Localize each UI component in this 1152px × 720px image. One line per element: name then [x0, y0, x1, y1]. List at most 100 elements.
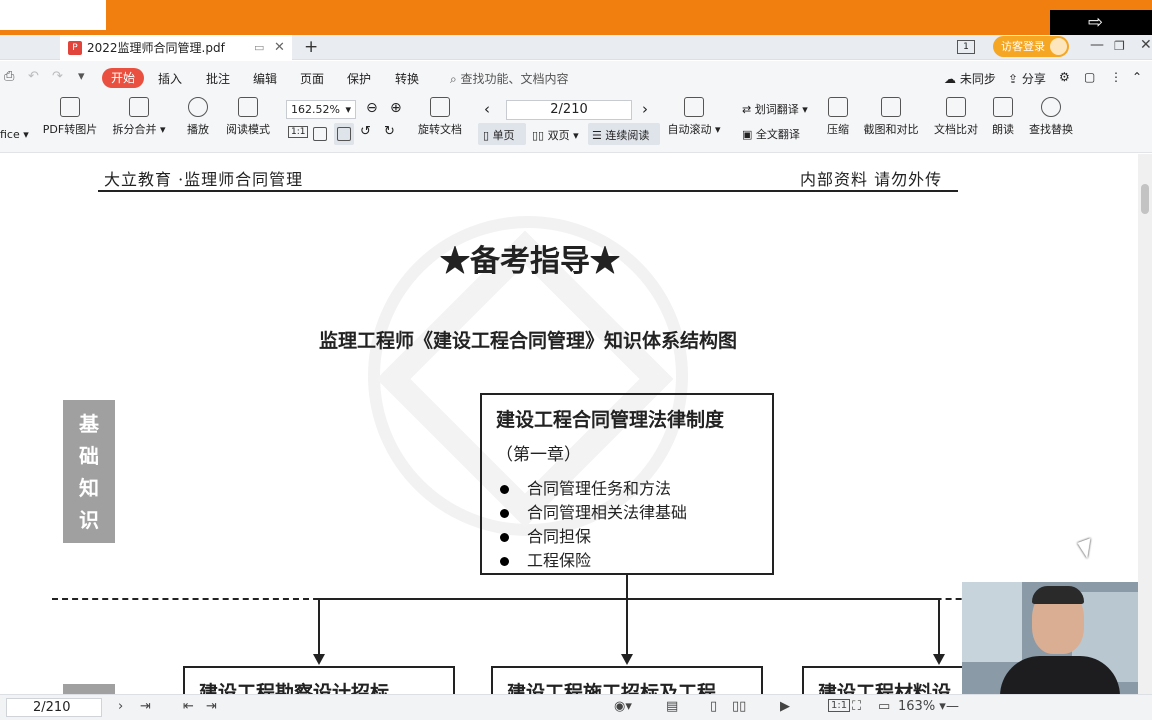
read-aloud-button[interactable]: 朗读 — [990, 97, 1016, 137]
office-button[interactable]: fice ▾ — [0, 128, 29, 141]
minimize-icon[interactable]: — — [1090, 37, 1104, 53]
read-mode-label: 阅读模式 — [226, 123, 270, 136]
auto-scroll-button[interactable]: 自动滚动 ▾ — [667, 97, 721, 137]
zoom-out-icon[interactable]: ⊖ — [366, 100, 378, 116]
page-count-icon[interactable]: 1 — [957, 40, 975, 54]
share-icon: ⇪ — [1008, 72, 1022, 86]
single-page-icon[interactable]: ▯ — [710, 699, 717, 714]
split-merge-button[interactable]: 拆分合并 ▾ — [111, 97, 167, 137]
eye-icon[interactable]: ◉▾ — [614, 699, 632, 714]
auto-scroll-icon — [684, 97, 704, 117]
zoom-in-icon[interactable]: ⊕ — [390, 100, 402, 116]
settings-icon[interactable]: ⚙ — [1059, 70, 1070, 84]
word-translate-button[interactable]: ⇄ 划词翻译 ▾ — [742, 101, 808, 117]
next-page-icon[interactable]: › — [118, 699, 123, 714]
guest-login-label: 访客登录 — [1001, 40, 1045, 53]
zoom-level-value: 163% — [898, 699, 936, 714]
fit-page-icon[interactable] — [313, 127, 327, 141]
menu-protect[interactable]: 保护 — [347, 70, 371, 87]
pin-icon[interactable]: ▭ — [254, 41, 264, 54]
zoom-out-icon[interactable]: — — [946, 699, 959, 714]
play-button[interactable]: 播放 — [184, 97, 212, 137]
print-icon[interactable]: ⎙ — [4, 69, 14, 84]
actual-size-button[interactable]: 1:1 — [288, 126, 309, 138]
sync-status[interactable]: ☁ 未同步 — [944, 70, 996, 87]
magnifier-icon — [1041, 97, 1061, 117]
double-page-icon[interactable]: ▯▯ — [732, 699, 746, 714]
full-translate-label: 全文翻译 — [755, 128, 800, 141]
doc-compare-button[interactable]: 文档比对 — [932, 97, 980, 137]
screenshot-compare-button[interactable]: 截图和对比 — [862, 97, 920, 137]
page-header-right: 内部资料 请勿外传 — [800, 170, 943, 189]
share-button[interactable]: ⇪ 分享 — [1008, 70, 1046, 87]
comment-icon[interactable]: ▢ — [1084, 70, 1095, 84]
share-label: 分享 — [1021, 72, 1046, 86]
collapse-ribbon-icon[interactable]: ⌃ — [1132, 70, 1142, 84]
next-page-icon[interactable]: › — [642, 100, 648, 118]
rotate-right-icon[interactable]: ↻ — [384, 124, 395, 139]
play-icon[interactable]: ▶ — [780, 699, 790, 714]
word-translate-label: 划词翻译 — [754, 103, 799, 116]
menu-convert[interactable]: 转换 — [395, 70, 419, 87]
page-number-input[interactable]: 2/210 — [506, 100, 632, 120]
menu-start[interactable]: 开始 — [102, 68, 144, 88]
search-icon: ⌕ — [450, 72, 461, 86]
full-translate-button[interactable]: ▣ 全文翻译 — [742, 126, 800, 142]
rotate-doc-button[interactable]: 旋转文档 — [416, 97, 464, 137]
topic-text: 工程保险 — [527, 551, 592, 570]
connector-line — [318, 598, 940, 600]
prev-page-icon[interactable]: ‹ — [484, 100, 490, 118]
menu-insert[interactable]: 插入 — [158, 70, 182, 87]
list-item: 合同管理任务和方法 — [500, 477, 758, 501]
pdf-to-image-button[interactable]: PDF转图片 — [42, 97, 98, 137]
forward-icon[interactable]: ⇥ — [206, 699, 217, 714]
menu-page[interactable]: 页面 — [300, 70, 324, 87]
restore-icon[interactable]: ❐ — [1114, 39, 1125, 53]
status-page-input[interactable]: 2/210 — [6, 698, 102, 717]
find-replace-label: 查找替换 — [1029, 123, 1073, 136]
zoom-select[interactable]: 162.52% ▾ — [286, 100, 356, 119]
more-icon[interactable]: ⋮ — [1110, 70, 1122, 84]
find-replace-button[interactable]: 查找替换 — [1027, 97, 1075, 137]
menu-comment[interactable]: 批注 — [206, 70, 230, 87]
rotate-left-icon[interactable]: ↺ — [360, 124, 371, 139]
new-tab-icon[interactable]: + — [304, 37, 318, 57]
continuous-read-button[interactable]: ☰ 连续阅读 — [592, 127, 649, 143]
last-page-icon[interactable]: ⇥ — [140, 699, 151, 714]
menu-edit[interactable]: 编辑 — [253, 70, 277, 87]
single-page-button[interactable]: ▯ 单页 — [483, 127, 515, 143]
chapter-box: 建设工程合同管理法律制度 （第一章） 合同管理任务和方法 合同管理相关法律基础 … — [480, 393, 774, 575]
continuous-label: 连续阅读 — [605, 129, 650, 142]
guest-login-button[interactable]: 访客登录 — [993, 36, 1069, 57]
fit-width-icon[interactable] — [337, 127, 351, 141]
cloud-icon: ☁ — [944, 72, 960, 86]
top-bar: ⇨ — [0, 0, 1152, 35]
scrollbar-thumb[interactable] — [1141, 184, 1149, 214]
double-page-button[interactable]: ▯▯ 双页 ▾ — [532, 127, 579, 143]
scroll-mode-icon[interactable]: ▤ — [666, 699, 678, 714]
read-mode-button[interactable]: 阅读模式 — [224, 97, 272, 137]
actual-size-icon[interactable]: 1:1 — [828, 699, 851, 712]
compress-button[interactable]: 压缩 — [825, 97, 851, 137]
zoom-level[interactable]: 163% ▾ — [898, 699, 946, 714]
close-window-icon[interactable]: ✕ — [1140, 37, 1152, 53]
bullet-icon — [500, 485, 509, 494]
fit-width-icon[interactable]: ▭ — [878, 699, 890, 714]
arrow-icon: ⇨ — [1088, 12, 1104, 33]
continuous-icon: ☰ — [592, 129, 606, 142]
document-tab[interactable]: P 2022监理师合同管理.pdf ▭ ✕ — [60, 35, 292, 60]
doc-compare-label: 文档比对 — [934, 123, 978, 136]
header-rule — [98, 190, 958, 192]
search-function[interactable]: ⌕ 查找功能、文档内容 — [450, 70, 569, 87]
close-tab-icon[interactable]: ✕ — [274, 40, 285, 55]
more-dropdown-icon[interactable]: ▾ — [78, 69, 85, 84]
back-icon[interactable]: ⇤ — [183, 699, 194, 714]
status-bar: 2/210 › ⇥ ⇤ ⇥ ◉▾ ▤ ▯ ▯▯ ▶ 1:1 ⛶ ▭ 163% ▾… — [0, 694, 1152, 720]
fit-page-icon[interactable]: ⛶ — [852, 699, 861, 714]
topic-text: 合同管理任务和方法 — [527, 479, 672, 498]
document-subtitle: 监理工程师《建设工程合同管理》知识体系结构图 — [318, 330, 737, 352]
vertical-scrollbar[interactable] — [1138, 154, 1152, 694]
undo-icon[interactable]: ↶ — [28, 69, 39, 84]
side-label-char: 础 — [79, 444, 99, 468]
redo-icon[interactable]: ↷ — [52, 69, 63, 84]
